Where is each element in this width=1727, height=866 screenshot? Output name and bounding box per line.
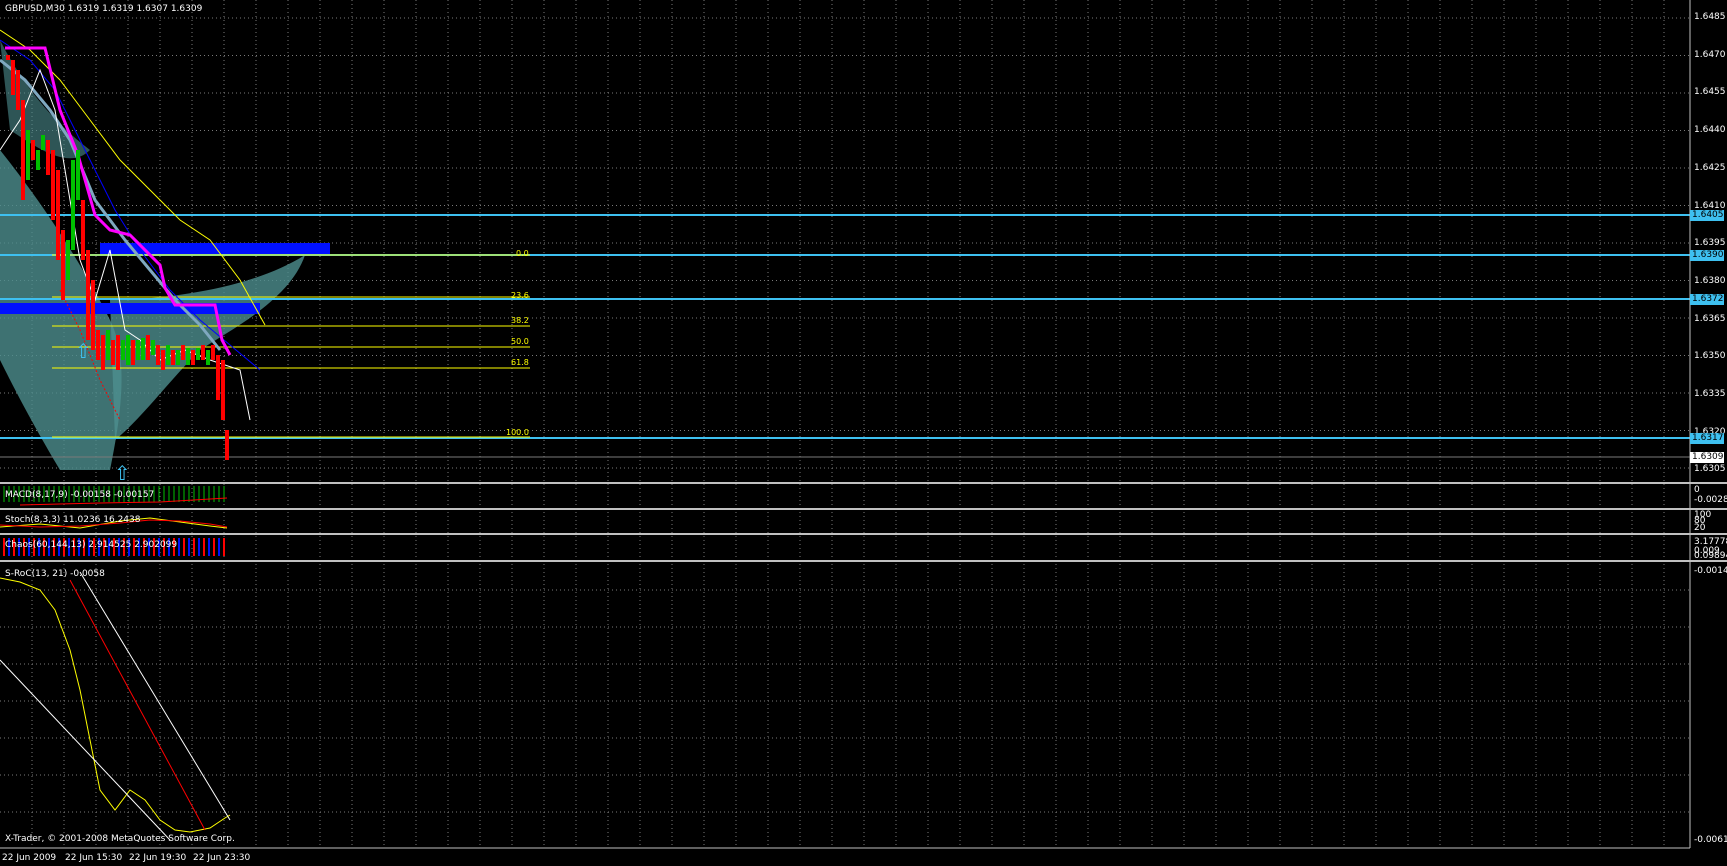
- chaos-label: Chaos(60,144,13) 2.914525 2.902099: [5, 540, 178, 550]
- candle: [16, 70, 20, 110]
- candle: [151, 340, 155, 355]
- chaos-axis-bottom: 0.09894: [1694, 551, 1727, 561]
- candle: [46, 140, 50, 175]
- candle: [131, 340, 135, 365]
- candle: [81, 200, 85, 260]
- candle: [41, 135, 45, 150]
- up-arrow-icon-2: ⇧: [114, 461, 131, 485]
- fib-label-0: 0.0: [516, 249, 529, 258]
- symbol-name: GBPUSD,M30: [5, 4, 65, 14]
- time-label-1: 22 Jun 15:30: [65, 853, 123, 863]
- candle: [191, 350, 195, 365]
- candle: [101, 335, 105, 370]
- supply-zone-2: [0, 303, 260, 314]
- price-tick: 1.6440: [1694, 125, 1726, 136]
- sroc-axis-bottom: -0.0061: [1694, 835, 1727, 845]
- price-tick: 1.6485: [1694, 12, 1726, 22]
- price-tick: 1.6365: [1694, 313, 1726, 324]
- price-tick: 1.6305: [1694, 464, 1726, 475]
- candle: [141, 338, 145, 360]
- candle: [71, 160, 75, 250]
- candle: [66, 240, 70, 280]
- copyright-text: X-Trader, © 2001-2008 MetaQuotes Softwar…: [5, 834, 235, 844]
- price-tick: 1.6380: [1694, 275, 1726, 286]
- candle: [36, 150, 40, 170]
- price-level-badge: 1.6405: [1690, 210, 1724, 221]
- macd-axis-bottom: -0.00281: [1694, 495, 1727, 505]
- price-level-badge: 1.6372: [1690, 294, 1724, 305]
- candle: [31, 140, 35, 160]
- candle: [106, 330, 110, 360]
- price-tick: 1.6425: [1694, 162, 1726, 173]
- sroc-channel-lower: [0, 659, 171, 841]
- candle: [86, 250, 90, 340]
- time-label-0: 22 Jun 2009: [2, 853, 57, 863]
- sroc-line: [0, 577, 231, 833]
- stoch-label: Stoch(8,3,3) 11.0236 16.2438: [5, 515, 141, 525]
- price-level-badge: 1.6390: [1690, 250, 1724, 261]
- price-tick: 1.6470: [1694, 49, 1726, 60]
- sroc-label: S-RoC(13, 21) -0.0058: [5, 569, 105, 579]
- candle: [61, 230, 65, 300]
- candle: [51, 150, 55, 220]
- up-arrow-icon: ⇧: [75, 339, 92, 363]
- candle: [161, 350, 165, 370]
- symbol-header: GBPUSD,M30 1.6319 1.6319 1.6307 1.6309: [5, 4, 202, 15]
- price-tick: 1.6395: [1694, 238, 1726, 249]
- candle: [216, 355, 220, 400]
- time-label-3: 22 Jun 23:30: [193, 853, 251, 863]
- candle: [186, 348, 190, 365]
- sroc-axis-top: -0.0014: [1694, 566, 1727, 576]
- time-label-2: 22 Jun 19:30: [129, 853, 187, 863]
- candle: [176, 350, 180, 365]
- candle: [76, 150, 80, 200]
- price-level-badge: 1.6317: [1690, 433, 1724, 444]
- candle: [166, 345, 170, 365]
- chart-canvas[interactable]: ⇧ ⇧: [0, 0, 1727, 866]
- candle: [121, 340, 125, 360]
- price-tick: 1.6350: [1694, 351, 1726, 362]
- fib-label-50: 50.0: [511, 337, 529, 346]
- candle: [136, 340, 140, 360]
- candle: [6, 55, 10, 60]
- sroc-channel-upper: [79, 571, 231, 821]
- chart-grid: [0, 0, 1690, 848]
- stoch-axis-low: 20: [1694, 523, 1706, 533]
- pane-separators: [0, 482, 1727, 562]
- candle: [221, 360, 225, 420]
- candle: [56, 170, 60, 260]
- candle: [126, 335, 130, 365]
- candle: [201, 345, 205, 360]
- candle: [181, 345, 185, 360]
- candle: [225, 430, 229, 460]
- candle: [111, 340, 115, 365]
- sroc-channel-mid: [69, 579, 206, 831]
- candle: [96, 330, 100, 360]
- fib-label-38: 38.2: [511, 316, 529, 325]
- price-tick: 1.6335: [1694, 389, 1726, 399]
- current-price-badge: 1.6309: [1690, 452, 1724, 463]
- symbol-ohlc: 1.6319 1.6319 1.6307 1.6309: [67, 4, 203, 14]
- candle: [211, 345, 215, 360]
- candle: [116, 335, 120, 370]
- price-tick: 1.6455: [1694, 87, 1726, 98]
- candle: [156, 345, 160, 365]
- candle: [196, 348, 200, 360]
- candle: [21, 100, 25, 200]
- fib-label-100: 100.0: [506, 428, 529, 437]
- candle: [171, 350, 175, 365]
- fib-label-23: 23.6: [511, 291, 529, 300]
- fib-label-61: 61.8: [511, 358, 529, 367]
- macd-label: MACD(8,17,9) -0.00158 -0.00157: [5, 490, 155, 500]
- candle: [26, 130, 30, 180]
- candle: [146, 335, 150, 360]
- candle: [206, 350, 210, 365]
- candle: [11, 60, 15, 95]
